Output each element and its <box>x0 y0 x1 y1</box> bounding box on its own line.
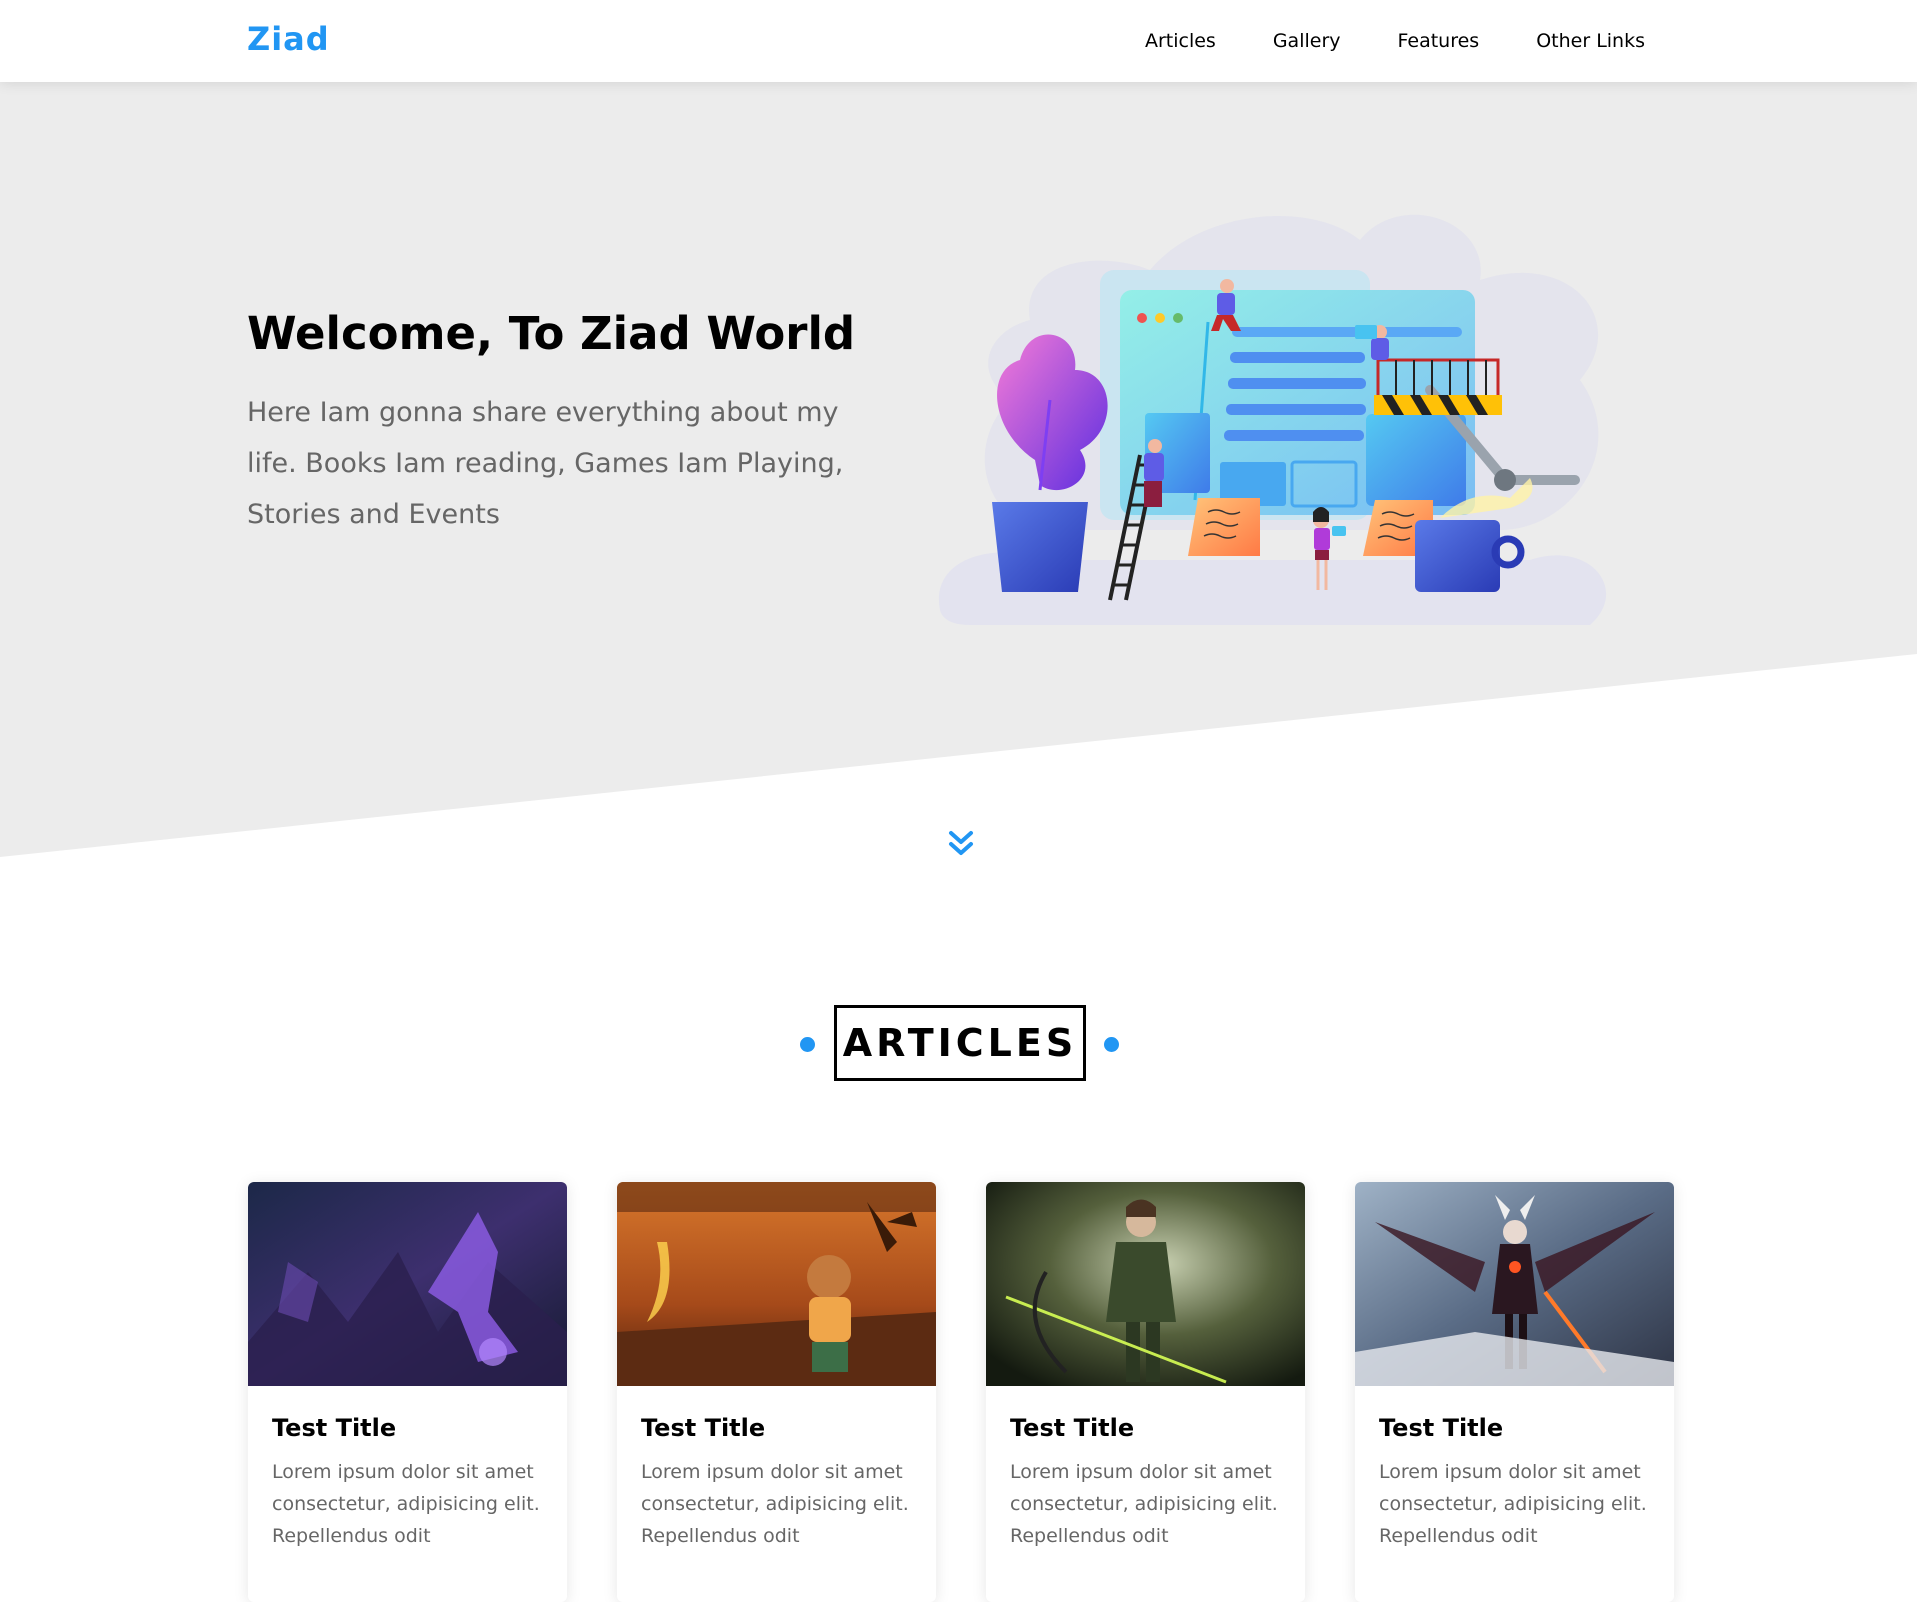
articles-title: ARTICLES <box>834 1005 1086 1081</box>
article-title: Test Title <box>641 1414 766 1442</box>
article-text: Lorem ipsum dolor sit amet consectetur, … <box>1379 1461 1647 1547</box>
article-text: Lorem ipsum dolor sit amet consectetur, … <box>1010 1461 1278 1547</box>
site-header: Ziad Articles Gallery Features Other Lin… <box>0 0 1917 82</box>
article-image <box>617 1182 936 1386</box>
main-nav: Articles Gallery Features Other Links <box>1088 0 1645 82</box>
landing-text: Here Iam gonna share everything about my… <box>247 397 844 530</box>
section-heading: ARTICLES <box>0 1005 1917 1081</box>
article-card[interactable]: Test Title Lorem ipsum dolor sit amet co… <box>617 1182 936 1602</box>
article-body: Test Title Lorem ipsum dolor sit amet co… <box>986 1386 1305 1552</box>
heading-dot-right <box>1104 1037 1119 1052</box>
article-card[interactable]: Test Title Lorem ipsum dolor sit amet co… <box>248 1182 567 1602</box>
article-title: Test Title <box>1379 1414 1504 1442</box>
landing-section: Welcome, To Ziad World Here Iam gonna sh… <box>0 82 1917 857</box>
article-image <box>248 1182 567 1386</box>
article-body: Test Title Lorem ipsum dolor sit amet co… <box>248 1386 567 1552</box>
article-title: Test Title <box>272 1414 397 1442</box>
article-body: Test Title Lorem ipsum dolor sit amet co… <box>617 1386 936 1552</box>
web-design-illustration <box>938 214 1607 625</box>
article-image <box>986 1182 1305 1386</box>
article-cards: Test Title Lorem ipsum dolor sit amet co… <box>248 1182 1674 1602</box>
heading-dot-left <box>800 1037 815 1052</box>
landing-title: Welcome, To Ziad World <box>247 307 856 360</box>
nav-link-articles[interactable]: Articles <box>1145 30 1216 52</box>
angles-down-icon[interactable] <box>946 830 976 860</box>
article-card[interactable]: Test Title Lorem ipsum dolor sit amet co… <box>1355 1182 1674 1602</box>
article-text: Lorem ipsum dolor sit amet consectetur, … <box>272 1461 540 1547</box>
nav-link-other-links[interactable]: Other Links <box>1536 30 1645 52</box>
article-title: Test Title <box>1010 1414 1135 1442</box>
article-body: Test Title Lorem ipsum dolor sit amet co… <box>1355 1386 1674 1552</box>
article-text: Lorem ipsum dolor sit amet consectetur, … <box>641 1461 909 1547</box>
logo[interactable]: Ziad <box>247 20 330 58</box>
nav-link-gallery[interactable]: Gallery <box>1273 30 1341 52</box>
article-image <box>1355 1182 1674 1386</box>
nav-link-features[interactable]: Features <box>1398 30 1480 52</box>
article-card[interactable]: Test Title Lorem ipsum dolor sit amet co… <box>986 1182 1305 1602</box>
